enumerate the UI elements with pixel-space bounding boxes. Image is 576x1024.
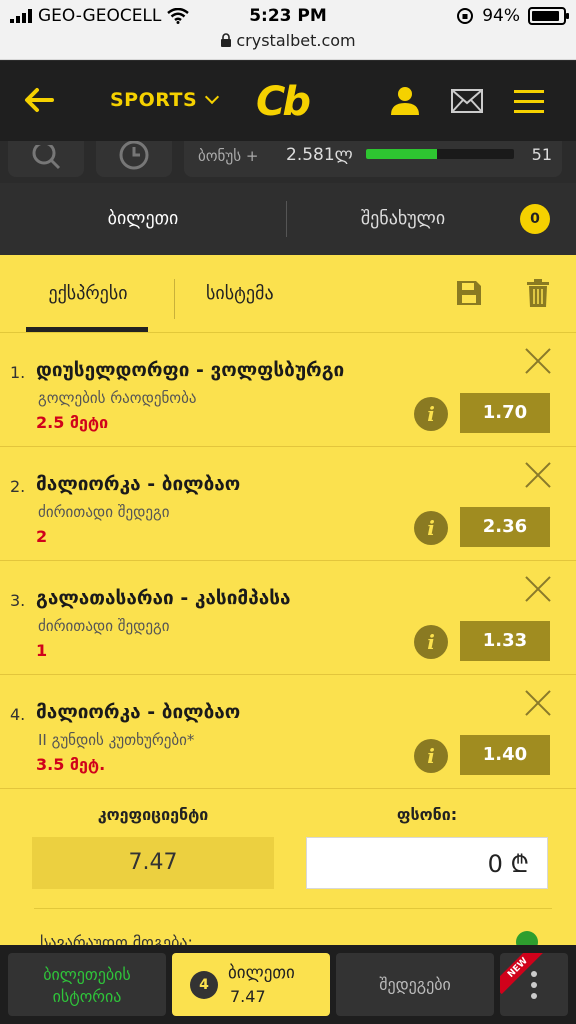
ticket-tabs: ბილეთი შენახული 0 [0,183,576,255]
active-tab-underline [26,327,148,332]
betslip-button[interactable]: 4 ბილეთი 7.47 [172,953,330,1016]
status-bar: GEO-GEOCELL 5:23 PM 94% crystalbet.com [0,0,576,60]
tab-express[interactable]: ექსპრესი [28,255,148,333]
bet-match: მალიორკა - ბილბაო [36,473,241,495]
chevron-down-icon [205,89,220,105]
sports-dropdown[interactable]: SPORTS [110,89,220,111]
close-icon[interactable] [524,461,552,489]
new-badge: NEW [500,953,545,995]
bet-match: გალათასარაი - კასიმპასა [36,587,291,609]
bet-odd[interactable]: 2.36 [460,507,550,547]
divider [286,201,287,237]
bet-market: II გუნდის კუთხურები* [38,731,195,749]
tab-ticket[interactable]: ბილეთი [0,183,286,255]
menu-icon[interactable] [511,83,547,119]
bet-number: 4. [10,705,26,724]
results-button[interactable]: შედეგები [336,953,494,1016]
bet-number: 1. [10,363,26,382]
history-button[interactable] [96,141,172,177]
bet-summary: კოეფიციენტი ფსონი: 7.47 0 ₾ სავარაუდო მო… [0,787,576,945]
tab-saved[interactable]: შენახული [288,183,518,255]
stake-label: ფსონი: [396,805,458,824]
bet-odd[interactable]: 1.70 [460,393,550,433]
close-icon[interactable] [524,575,552,603]
stake-input[interactable]: 0 ₾ [306,837,548,889]
coefficient-label: კოეფიციენტი [97,805,209,824]
rotation-lock-icon [457,8,474,24]
logo[interactable]: Cb [256,79,311,125]
bet-match: მალიორკა - ბილბაო [36,701,241,723]
bet-pick: 2.5 მეტი [36,413,109,432]
bet-pick: 3.5 მეტ. [36,755,106,774]
more-dots-icon [531,971,537,1004]
more-button[interactable]: NEW [500,953,568,1016]
url-bar[interactable]: crystalbet.com [0,31,576,50]
url-text: crystalbet.com [236,31,356,50]
user-icon[interactable] [387,83,423,119]
bet-market: ძირითადი შედეგი [38,617,170,635]
lock-icon [221,33,232,47]
bet-market: გოლების რაოდენობა [38,389,197,407]
saved-count-badge: 0 [520,204,550,234]
bet-pick: 2 [36,527,48,546]
possible-win-label: სავარაუდო მოგება: [40,933,193,945]
bet-type-tabs: ექსპრესი სისტემა [0,255,576,333]
bet-match: დიუსელდორფი - ვოლფსბურგი [36,359,345,381]
close-icon[interactable] [524,347,552,375]
bet-number: 2. [10,477,26,496]
bet-pick: 1 [36,641,48,660]
info-icon[interactable]: i [414,739,448,773]
betslip-count-badge: 4 [190,971,218,999]
bet-odd[interactable]: 1.40 [460,735,550,775]
bonus-count: 51 [531,145,552,164]
app-header: SPORTS Cb [0,61,576,141]
bonus-label: ბონუს + [198,147,259,165]
tools-strip: ბონუს + 2.581ლ 51 [0,141,576,183]
betslip-label: ბილეთი [228,963,295,983]
mail-icon[interactable] [449,83,485,119]
betslip-panel: ექსპრესი სისტემა 1. დიუსელდორფი - ვოლფსბ… [0,255,576,945]
bonus-progress [366,149,514,159]
battery-icon [528,7,569,25]
bet-item: 2. მალიორკა - ბილბაო ძირითადი შედეგი 2 i… [0,447,576,561]
bet-item: 3. გალათასარაი - კასიმპასა ძირითადი შედე… [0,561,576,675]
clock-icon [119,141,149,170]
search-button[interactable] [8,141,84,177]
save-icon[interactable] [456,280,482,306]
trash-icon[interactable] [526,279,550,307]
sports-label: SPORTS [110,89,198,111]
coin-icon [516,931,538,945]
info-icon[interactable]: i [414,625,448,659]
bet-odd[interactable]: 1.33 [460,621,550,661]
bonus-balance[interactable]: ბონუს + 2.581ლ 51 [184,141,562,177]
betslip-coefficient: 7.47 [230,987,266,1006]
divider [34,908,552,909]
bet-item: 4. მალიორკა - ბილბაო II გუნდის კუთხურები… [0,675,576,789]
bonus-value: 2.581ლ [286,145,353,165]
info-icon[interactable]: i [414,511,448,545]
bet-number: 3. [10,591,26,610]
ticket-history-button[interactable]: ბილეთების ისტორია [8,953,166,1016]
info-icon[interactable]: i [414,397,448,431]
bet-item: 1. დიუსელდორფი - ვოლფსბურგი გოლების რაოდ… [0,333,576,447]
bet-market: ძირითადი შედეგი [38,503,170,521]
search-icon [32,145,61,170]
divider [174,279,175,319]
close-icon[interactable] [524,689,552,717]
coefficient-value: 7.47 [32,837,274,889]
bottom-bar: ბილეთების ისტორია 4 ბილეთი 7.47 შედეგები… [0,945,576,1024]
battery-percent: 94% [482,6,520,26]
tab-system[interactable]: სისტემა [206,255,274,333]
arrow-left-icon[interactable] [22,83,56,117]
